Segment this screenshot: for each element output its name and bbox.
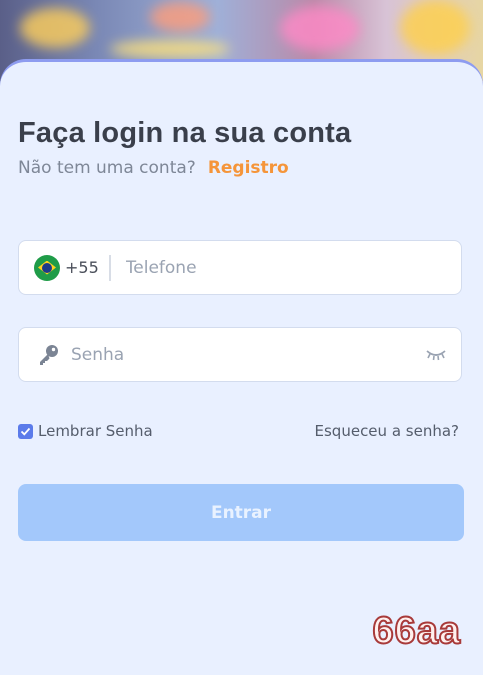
brand-logo: 66aa — [371, 609, 461, 653]
login-sheet: Faça login na sua conta Não tem uma cont… — [0, 60, 483, 675]
key-icon — [40, 344, 58, 365]
checkmark-icon — [20, 427, 31, 436]
phone-input[interactable] — [123, 246, 461, 289]
country-code[interactable]: +55 — [65, 258, 99, 277]
signup-prompt-text: Não tem uma conta? — [18, 158, 196, 178]
banner-decoration — [150, 2, 210, 32]
login-button[interactable]: Entrar — [18, 484, 464, 541]
page-title: Faça login na sua conta — [18, 117, 352, 149]
banner-decoration — [280, 6, 360, 51]
banner-decoration — [400, 0, 470, 55]
remember-label[interactable]: Lembrar Senha — [38, 422, 153, 440]
forgot-password-link[interactable]: Esqueceu a senha? — [315, 422, 459, 440]
divider — [108, 254, 111, 281]
remember-password[interactable]: Lembrar Senha — [18, 422, 153, 440]
password-input[interactable] — [69, 333, 425, 376]
phone-field[interactable]: +55 — [18, 240, 462, 295]
remember-checkbox[interactable] — [18, 423, 33, 439]
register-link[interactable]: Registro — [208, 158, 289, 178]
password-field[interactable] — [18, 327, 462, 382]
banner-decoration — [110, 40, 230, 58]
signup-prompt: Não tem uma conta? Registro — [18, 158, 289, 178]
banner-decoration — [20, 8, 90, 48]
brazil-flag-icon[interactable] — [34, 254, 60, 281]
eye-closed-icon[interactable] — [425, 348, 447, 362]
